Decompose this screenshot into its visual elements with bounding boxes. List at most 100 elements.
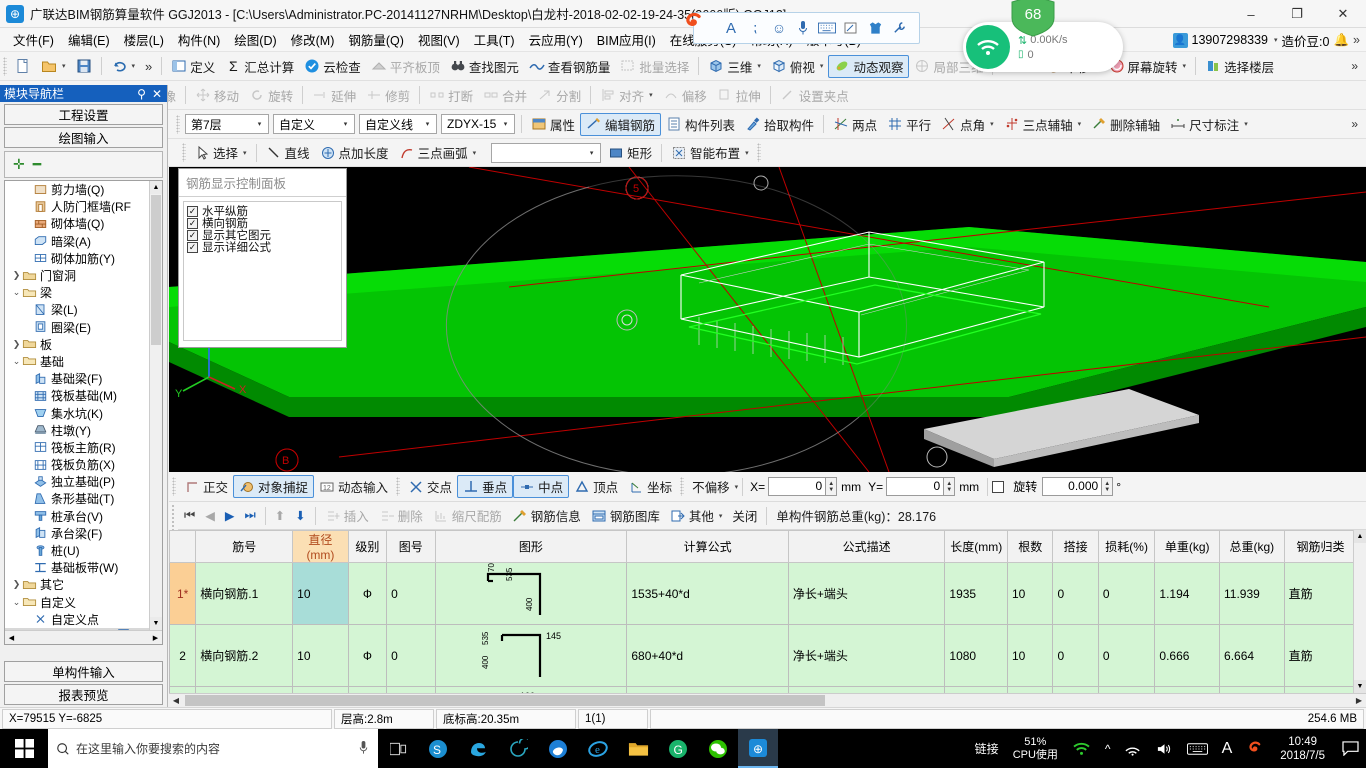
trim-button[interactable]: 修剪 bbox=[361, 84, 415, 107]
cell-diameter[interactable]: 10 bbox=[292, 562, 349, 625]
chevron-down-icon[interactable]: ▾ bbox=[745, 149, 749, 157]
chevron-down-icon[interactable]: ▾ bbox=[339, 120, 352, 128]
cell-loss[interactable]: 0 bbox=[1097, 562, 1156, 625]
component-name-select[interactable]: ZDYX-15 ▾ bbox=[441, 114, 515, 134]
tree-node[interactable]: 砌体墙(Q) bbox=[5, 215, 149, 232]
cell-index[interactable]: 2 bbox=[169, 624, 197, 687]
cell-grade[interactable]: Ф bbox=[347, 562, 388, 625]
tree-node-folder[interactable]: ❯ 其它 bbox=[5, 576, 149, 593]
scroll-left-arrow[interactable]: ◀ bbox=[5, 634, 18, 642]
cell-formula-desc[interactable]: 净长+端头 bbox=[787, 562, 946, 625]
cell-category[interactable]: 直筋 bbox=[1283, 562, 1358, 625]
chevron-down-icon[interactable]: ▾ bbox=[1274, 36, 1278, 44]
tree-node[interactable]: 基础板带(W) bbox=[5, 559, 149, 576]
taskbar-app-skype[interactable]: S bbox=[418, 729, 458, 768]
cell-count[interactable]: 10 bbox=[1006, 562, 1054, 625]
menu-item-tools[interactable]: 工具(T) bbox=[467, 28, 522, 51]
taskbar-app-edge[interactable] bbox=[538, 729, 578, 768]
two-point-axis-button[interactable]: 两点 bbox=[828, 113, 882, 136]
taskbar-app-spiral[interactable] bbox=[498, 729, 538, 768]
move-up-button[interactable]: ⬆ bbox=[270, 504, 290, 527]
tree-node[interactable]: 集水坑(K) bbox=[5, 404, 149, 421]
rebar-option-show-detail-formula[interactable]: ✓ 显示详细公式 bbox=[187, 241, 341, 254]
taskbar-app-edge-legacy[interactable] bbox=[458, 729, 498, 768]
single-component-input-button[interactable]: 单构件输入 bbox=[4, 661, 163, 682]
menu-item-bim[interactable]: BIM应用(I) bbox=[590, 28, 663, 51]
point-angle-button[interactable]: 点角 ▾ bbox=[936, 113, 999, 136]
cell-diameter[interactable]: 10 bbox=[292, 624, 349, 687]
properties-button[interactable]: 属性 bbox=[526, 113, 580, 136]
bell-icon[interactable]: 🔔 bbox=[1333, 33, 1349, 48]
y-offset-input[interactable]: 0 bbox=[886, 477, 945, 496]
delete-row-button[interactable]: 删除 bbox=[374, 504, 428, 527]
col-shape[interactable]: 图形 bbox=[434, 530, 628, 563]
scale-rebar-button[interactable]: 缩尺配筋 bbox=[428, 504, 507, 527]
menu-item-component[interactable]: 构件(N) bbox=[171, 28, 227, 51]
taskbar-app-explorer[interactable] bbox=[618, 729, 658, 768]
select-tool-button[interactable]: 选择 ▾ bbox=[189, 141, 252, 164]
chevron-down-icon[interactable]: ▾ bbox=[735, 483, 739, 491]
col-formula-desc[interactable]: 公式描述 bbox=[787, 530, 946, 563]
merge-button[interactable]: 合并 bbox=[478, 84, 532, 107]
three-point-arc-button[interactable]: 三点画弧 ▾ bbox=[394, 141, 482, 164]
keyboard-icon[interactable] bbox=[1180, 742, 1215, 756]
view-rebar-qty-button[interactable]: 查看钢筋量 bbox=[524, 55, 616, 78]
volume-icon[interactable] bbox=[1149, 742, 1180, 756]
col-total-weight[interactable]: 总重(kg) bbox=[1219, 530, 1285, 563]
rebar-display-control-panel[interactable]: 钢筋显示控制面板 ✓ 水平纵筋 ✓ 横向钢筋 ✓ 显示其它图元 ✓ 显示详细公式 bbox=[178, 168, 347, 348]
chevron-down-icon[interactable]: ▾ bbox=[1078, 120, 1082, 128]
cell-length[interactable]: 1935 bbox=[944, 562, 1008, 625]
scroll-left-arrow[interactable]: ◀ bbox=[169, 696, 183, 705]
batch-select-button[interactable]: 批量选择 bbox=[615, 55, 694, 78]
tree-node[interactable]: 梁(L) bbox=[5, 301, 149, 318]
ime-punctuation-icon[interactable]: ⁏ bbox=[744, 17, 766, 39]
move-down-button[interactable]: ⬇ bbox=[290, 504, 310, 527]
menu-item-view[interactable]: 视图(V) bbox=[411, 28, 467, 51]
cell-loss[interactable]: 0 bbox=[1097, 624, 1156, 687]
chevron-down-icon[interactable]: ▾ bbox=[132, 62, 136, 70]
tree-node[interactable]: 筏板主筋(R) bbox=[5, 439, 149, 456]
tree-node[interactable]: 桩(U) bbox=[5, 542, 149, 559]
coordinate-snap-toggle[interactable]: 坐标 bbox=[623, 475, 677, 498]
tree-node[interactable]: 柱墩(Y) bbox=[5, 422, 149, 439]
draw-mode-select[interactable]: ▾ bbox=[491, 142, 602, 163]
tree-node[interactable]: 自定义点 bbox=[5, 611, 149, 628]
toolbar-grip[interactable] bbox=[176, 114, 180, 134]
table-row[interactable]: 2 横向钢筋.2 10 Ф 0 145 535 400 680+40*d 净长+… bbox=[169, 624, 1366, 687]
action-center-icon[interactable] bbox=[1335, 741, 1366, 756]
cell-length[interactable]: 1080 bbox=[944, 624, 1008, 687]
x-offset-input[interactable]: 0 bbox=[768, 477, 827, 496]
menu-item-cloud[interactable]: 云应用(Y) bbox=[522, 28, 590, 51]
microphone-icon[interactable] bbox=[357, 740, 370, 758]
col-unit-weight[interactable]: 单重(kg) bbox=[1154, 530, 1221, 563]
intersection-snap-toggle[interactable]: 交点 bbox=[403, 475, 457, 498]
split-button[interactable]: 分割 bbox=[532, 84, 586, 107]
scroll-thumb[interactable] bbox=[185, 695, 825, 706]
tree-node-folder[interactable]: ❯ 门窗洞 bbox=[5, 267, 149, 284]
ime-keyboard-icon[interactable] bbox=[816, 17, 838, 39]
toolbar1-overflow[interactable]: » bbox=[1343, 59, 1366, 73]
toolbar-grip[interactable] bbox=[3, 56, 7, 76]
align-slab-top-button[interactable]: 平齐板顶 bbox=[366, 55, 445, 78]
taskbar-search-box[interactable]: 在这里输入你要搜索的内容 bbox=[48, 729, 378, 768]
ime-skin-icon[interactable] bbox=[864, 17, 886, 39]
perpendicular-snap-toggle[interactable]: 垂点 bbox=[457, 475, 514, 498]
offset-button[interactable]: 偏移 bbox=[658, 84, 712, 107]
select-floor-button[interactable]: 选择楼层 bbox=[1200, 55, 1279, 78]
remove-node-button[interactable]: ━ bbox=[33, 156, 41, 173]
toolbar-grip[interactable] bbox=[396, 477, 401, 496]
save-button[interactable] bbox=[71, 55, 97, 78]
col-loss[interactable]: 损耗(%) bbox=[1097, 530, 1156, 563]
ime-letter-indicator[interactable]: A bbox=[1215, 740, 1240, 758]
component-list-button[interactable]: 构件列表 bbox=[661, 113, 740, 136]
ortho-toggle[interactable]: 正交 bbox=[179, 475, 233, 498]
tree-node-folder[interactable]: ⌄ 梁 bbox=[5, 284, 149, 301]
expand-chevron-icon[interactable]: ❯ bbox=[11, 579, 22, 590]
open-file-button[interactable]: ▾ bbox=[36, 55, 71, 78]
checkbox-icon[interactable]: ✓ bbox=[187, 229, 198, 241]
checkbox-icon[interactable]: ✓ bbox=[187, 205, 198, 217]
point-length-tool-button[interactable]: 点加长度 bbox=[315, 141, 394, 164]
tree-node[interactable]: 桩承台(V) bbox=[5, 508, 149, 525]
smart-layout-button[interactable]: 智能布置 ▾ bbox=[666, 141, 754, 164]
toolbar-grip[interactable] bbox=[182, 143, 186, 162]
